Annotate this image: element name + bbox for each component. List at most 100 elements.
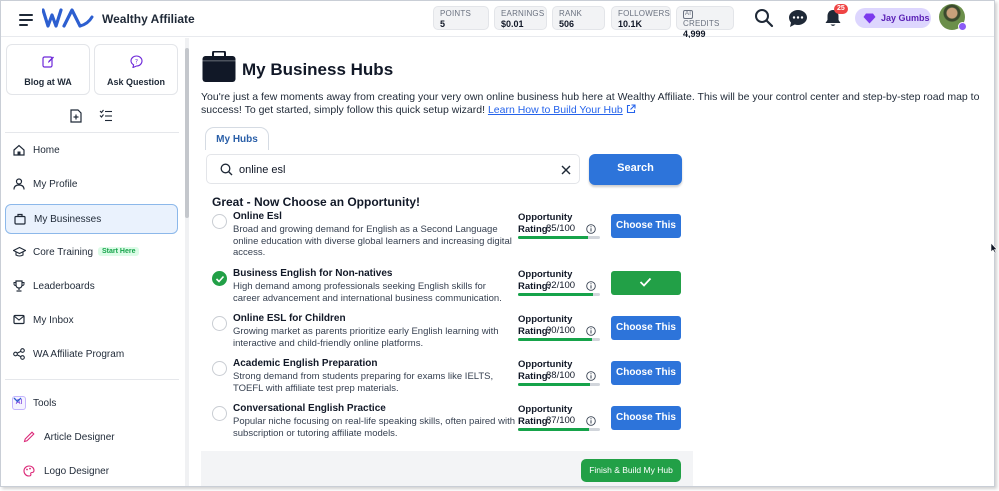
choose-this-button[interactable]: Choose This	[611, 214, 681, 238]
search-button[interactable]: Search	[589, 154, 682, 185]
opportunity-row[interactable]: Online ESL for Children Growing market as…	[201, 313, 693, 357]
opportunity-rating-bar	[518, 338, 600, 341]
stat-label: POINTS	[440, 9, 471, 18]
stat-label: RANK	[559, 9, 583, 18]
opportunity-title: Business English for Non-natives	[233, 268, 393, 279]
chosen-button[interactable]	[611, 271, 681, 295]
stat-label: EARNINGS	[501, 9, 545, 18]
tab-label: My Hubs	[216, 134, 258, 145]
wa-logo[interactable]	[42, 7, 94, 29]
stat-value: 5	[440, 19, 446, 29]
opportunity-row[interactable]: Conversational English Practice Popular n…	[201, 403, 693, 447]
sidebar: Blog at WA ? Ask Question Home My Profil…	[1, 38, 185, 486]
checklist-icon[interactable]	[99, 109, 113, 122]
stat-rank[interactable]: RANK 506	[552, 6, 605, 30]
opportunity-rating-value: 87/100	[546, 415, 576, 426]
check-icon	[639, 277, 652, 287]
stat-credits[interactable]: AICREDITS 4,999	[676, 6, 734, 39]
opportunity-radio[interactable]	[212, 271, 227, 286]
rating-bar-fill	[518, 338, 592, 341]
opportunity-rating-bar	[518, 293, 600, 296]
sidebar-item-home[interactable]: Home	[5, 136, 178, 166]
stat-label: AICREDITS	[683, 9, 727, 28]
stat-followers[interactable]: FOLLOWERS 10.1K	[611, 6, 671, 30]
chat-icon[interactable]	[788, 9, 808, 28]
opportunity-row[interactable]: Academic English Preparation Strong deman…	[201, 358, 693, 402]
sidebar-item-core-training[interactable]: Core Training Start Here	[5, 238, 178, 268]
sidebar-item-label: My Businesses	[34, 214, 102, 225]
opportunity-radio[interactable]	[212, 361, 227, 376]
info-icon[interactable]	[586, 326, 596, 336]
brand-name[interactable]: Wealthy Affiliate	[102, 12, 195, 26]
blog-at-wa-button[interactable]: Blog at WA	[6, 44, 90, 95]
menu-icon[interactable]	[19, 14, 33, 26]
choose-this-button[interactable]: Choose This	[611, 406, 681, 430]
rating-bar-fill	[518, 236, 588, 239]
info-icon[interactable]	[586, 281, 596, 291]
stat-value: $0.01	[501, 19, 524, 29]
user-name: Jay Gumbs	[881, 13, 930, 23]
sidebar-item-leaderboards[interactable]: Leaderboards	[5, 272, 178, 302]
info-icon[interactable]	[586, 416, 596, 426]
external-link-icon[interactable]	[626, 103, 636, 114]
stat-points[interactable]: POINTS 5	[433, 6, 489, 30]
search-input[interactable]: online esl	[206, 154, 580, 184]
business-hub-icon	[202, 51, 236, 82]
section-title: Great - Now Choose an Opportunity!	[212, 195, 421, 209]
ask-question-button[interactable]: ? Ask Question	[94, 44, 178, 95]
finish-build-hub-button[interactable]: Finish & Build My Hub	[581, 459, 681, 482]
opportunity-rating-value: 92/100	[546, 280, 576, 291]
opportunity-title: Conversational English Practice	[233, 403, 386, 414]
opportunity-radio[interactable]	[212, 214, 227, 229]
sidebar-item-label: Leaderboards	[33, 281, 95, 292]
briefcase-icon	[14, 213, 26, 225]
mouse-cursor-icon	[990, 242, 998, 254]
app-window: Wealthy Affiliate POINTS 5 EARNINGS $0.0…	[0, 0, 995, 487]
diamond-icon	[863, 13, 876, 24]
sidebar-item-logo-designer[interactable]: Logo Designer	[23, 460, 173, 484]
tab-my-hubs[interactable]: My Hubs	[205, 127, 269, 150]
choose-this-button[interactable]: Choose This	[611, 361, 681, 385]
sidebar-item-label: Tools	[33, 398, 57, 409]
sidebar-item-label: My Inbox	[33, 315, 74, 326]
sidebar-item-label: My Profile	[33, 179, 78, 190]
chevron-down-icon[interactable]	[13, 397, 22, 403]
graduation-cap-icon	[13, 246, 26, 257]
stat-label: FOLLOWERS	[618, 9, 671, 18]
top-header: Wealthy Affiliate POINTS 5 EARNINGS $0.0…	[1, 1, 994, 39]
clear-icon[interactable]	[561, 165, 571, 175]
sidebar-item-my-businesses[interactable]: My Businesses	[5, 204, 178, 234]
notification-count-badge: 25	[834, 4, 848, 14]
wizard-body: online esl Search Great - Now Choose an …	[201, 150, 693, 451]
ask-question-label: Ask Question	[106, 77, 165, 87]
sidebar-item-label: Home	[33, 145, 60, 156]
search-icon[interactable]	[754, 8, 774, 28]
sidebar-divider	[5, 379, 179, 380]
sidebar-item-article-designer[interactable]: Article Designer	[23, 426, 173, 450]
opportunity-row[interactable]: Business English for Non-natives High dem…	[201, 268, 693, 312]
opportunity-description: Growing market as parents prioritize ear…	[233, 326, 499, 349]
opportunity-rating-bar	[518, 428, 600, 431]
opportunity-row[interactable]: Online Esl Broad and growing demand for E…	[201, 211, 693, 258]
choose-this-button[interactable]: Choose This	[611, 316, 681, 340]
sidebar-item-label: WA Affiliate Program	[33, 349, 125, 360]
info-icon[interactable]	[586, 371, 596, 381]
sidebar-item-tools[interactable]: AI Tools	[5, 389, 178, 419]
main-content: My Business Hubs You're just a few momen…	[189, 38, 994, 486]
check-icon	[215, 275, 225, 283]
opportunity-radio[interactable]	[212, 406, 227, 421]
sidebar-item-profile[interactable]: My Profile	[5, 170, 178, 200]
sidebar-item-affiliate-program[interactable]: WA Affiliate Program	[5, 340, 178, 370]
opportunity-radio[interactable]	[212, 316, 227, 331]
sidebar-item-label: Article Designer	[44, 432, 115, 443]
opportunity-description: High demand among professionals seeking …	[233, 281, 502, 304]
user-pill[interactable]: Jay Gumbs	[855, 8, 931, 28]
stat-earnings[interactable]: EARNINGS $0.01	[494, 6, 547, 30]
stat-value: 506	[559, 19, 575, 29]
share-icon	[13, 348, 25, 360]
sidebar-item-inbox[interactable]: My Inbox	[5, 306, 178, 336]
learn-how-link[interactable]: Learn How to Build Your Hub	[488, 104, 623, 116]
user-icon	[13, 178, 25, 190]
add-document-icon[interactable]	[70, 109, 82, 123]
info-icon[interactable]	[586, 224, 596, 234]
